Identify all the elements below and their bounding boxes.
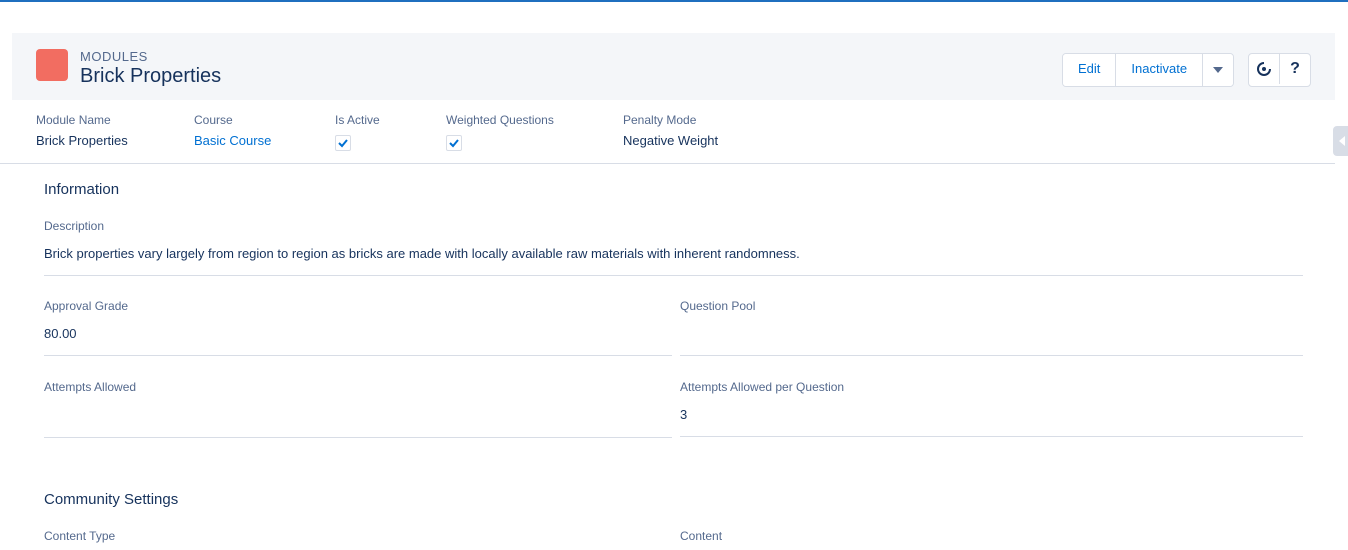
weighted-questions-checkbox: [446, 135, 462, 151]
module-name-label: Module Name: [36, 113, 111, 127]
content-label: Content: [680, 529, 723, 543]
help-icon: ?: [1290, 60, 1300, 77]
object-type-label: MODULES: [80, 49, 148, 64]
checkmark-icon: [449, 139, 459, 148]
description-value: Brick properties vary largely from regio…: [44, 246, 800, 261]
question-pool-divider: [680, 355, 1303, 356]
course-label: Course: [194, 113, 233, 127]
chevron-left-icon: [1339, 136, 1345, 146]
refresh-icon: [1257, 62, 1271, 76]
approval-grade-value: 80.00: [44, 326, 77, 341]
description-label: Description: [44, 219, 105, 233]
attempts-per-question-label: Attempts Allowed per Question: [680, 380, 845, 394]
highlight-penalty-mode: Penalty Mode Negative Weight: [623, 113, 718, 148]
weighted-questions-label: Weighted Questions: [446, 113, 554, 127]
community-settings-section-title[interactable]: Community Settings: [44, 491, 178, 508]
utility-icon-group: ?: [1248, 53, 1311, 87]
inactivate-button[interactable]: Inactivate: [1116, 54, 1204, 86]
module-name-value: Brick Properties: [36, 133, 128, 148]
refresh-button[interactable]: [1249, 54, 1280, 84]
content-type-label: Content Type: [44, 529, 116, 543]
is-active-label: Is Active: [335, 113, 380, 127]
attempts-allowed-divider: [44, 437, 672, 438]
description-divider: [44, 275, 1303, 276]
help-button[interactable]: ?: [1280, 54, 1310, 84]
highlight-weighted-questions: Weighted Questions: [446, 113, 554, 156]
attempts-per-question-value: 3: [680, 407, 688, 422]
highlights-panel: Module Name Brick Properties Course Basi…: [0, 100, 1335, 164]
is-active-checkbox: [335, 135, 351, 151]
side-panel-toggle[interactable]: [1333, 126, 1348, 156]
information-section-title[interactable]: Information: [44, 181, 119, 198]
record-title: Brick Properties: [80, 65, 222, 87]
checkmark-icon: [338, 139, 348, 148]
attempts-allowed-label: Attempts Allowed: [44, 380, 137, 394]
record-header: MODULES Brick Properties Edit Inactivate…: [12, 33, 1335, 100]
top-accent-bar: [0, 0, 1348, 2]
action-button-group: Edit Inactivate: [1062, 53, 1235, 87]
approval-grade-divider: [44, 355, 672, 356]
highlight-is-active: Is Active: [335, 113, 380, 156]
dropdown-caret-icon: [1213, 67, 1224, 73]
question-pool-label: Question Pool: [680, 299, 756, 313]
highlight-course: Course Basic Course: [194, 113, 271, 148]
penalty-mode-value: Negative Weight: [623, 133, 719, 148]
more-actions-button[interactable]: [1203, 54, 1234, 86]
approval-grade-label: Approval Grade: [44, 299, 129, 313]
course-link[interactable]: Basic Course: [194, 133, 271, 148]
highlight-module-name: Module Name Brick Properties: [36, 113, 128, 148]
edit-button[interactable]: Edit: [1063, 54, 1117, 86]
penalty-mode-label: Penalty Mode: [623, 113, 697, 127]
module-object-icon: [36, 49, 68, 81]
attempts-per-question-divider: [680, 436, 1303, 437]
